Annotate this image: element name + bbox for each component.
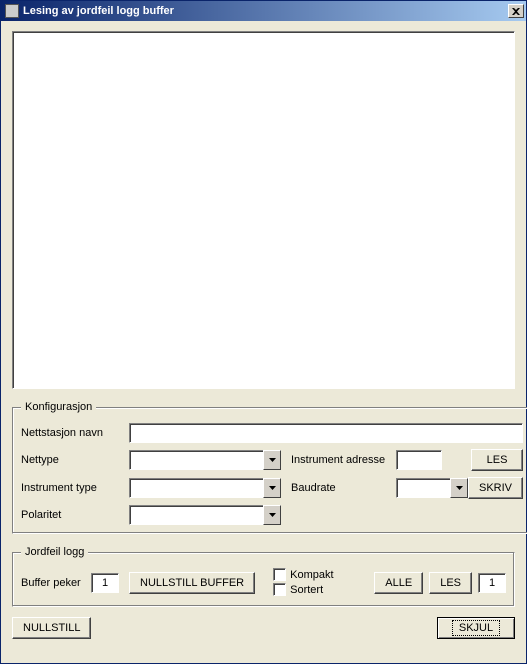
footer-bar: NULLSTILL SKJUL [12, 617, 515, 639]
log-group: Jordfeil logg Buffer peker NULLSTILL BUF… [12, 546, 515, 607]
kompakt-checkbox[interactable]: Kompakt [273, 568, 333, 581]
log-legend: Jordfeil logg [21, 546, 88, 558]
station-name-input[interactable] [129, 423, 523, 443]
les-log-button[interactable]: LES [429, 572, 472, 594]
nettype-label: Nettype [21, 454, 129, 466]
instrument-type-value [129, 478, 263, 498]
config-legend: Konfigurasjon [21, 401, 96, 413]
close-icon [512, 8, 520, 15]
baudrate-value [396, 478, 450, 498]
client-area: Konfigurasjon Nettstasjon navn Nettype I… [2, 21, 525, 662]
instrument-type-dropdown-button[interactable] [263, 478, 281, 498]
log-text-area[interactable] [12, 31, 515, 389]
titlebar: Lesing av jordfeil logg buffer [1, 1, 526, 21]
chevron-down-icon [456, 486, 463, 490]
kompakt-label: Kompakt [290, 569, 333, 581]
window: Lesing av jordfeil logg buffer Konfigura… [0, 0, 527, 664]
instrument-type-combo[interactable] [129, 478, 281, 498]
instrument-type-label: Instrument type [21, 482, 129, 494]
instrument-address-input[interactable] [396, 450, 442, 470]
checkbox-stack: Kompakt Sortert [273, 568, 333, 598]
window-title: Lesing av jordfeil logg buffer [23, 5, 508, 17]
close-button[interactable] [508, 4, 524, 18]
skjul-button[interactable]: SKJUL [437, 617, 515, 639]
les-config-button[interactable]: LES [471, 449, 523, 471]
checkbox-box [273, 568, 286, 581]
checkbox-box [273, 583, 286, 596]
log-right-input[interactable] [478, 573, 506, 593]
sortert-checkbox[interactable]: Sortert [273, 583, 333, 596]
skriv-button[interactable]: SKRIV [468, 477, 523, 499]
baudrate-dropdown-button[interactable] [450, 478, 468, 498]
nettype-combo[interactable] [129, 450, 281, 470]
sortert-label: Sortert [290, 584, 323, 596]
nullstill-buffer-button[interactable]: NULLSTILL BUFFER [129, 572, 255, 594]
polaritet-combo[interactable] [129, 505, 281, 525]
chevron-down-icon [269, 486, 276, 490]
polaritet-dropdown-button[interactable] [263, 505, 281, 525]
chevron-down-icon [269, 513, 276, 517]
buffer-peker-label: Buffer peker [21, 577, 91, 589]
polaritet-value [129, 505, 263, 525]
baudrate-label: Baudrate [281, 482, 396, 494]
config-group: Konfigurasjon Nettstasjon navn Nettype I… [12, 401, 527, 534]
nettype-dropdown-button[interactable] [263, 450, 281, 470]
nullstill-button[interactable]: NULLSTILL [12, 617, 91, 639]
polaritet-label: Polaritet [21, 509, 129, 521]
baudrate-combo[interactable] [396, 478, 468, 498]
alle-button[interactable]: ALLE [374, 572, 423, 594]
buffer-peker-input[interactable] [91, 573, 119, 593]
chevron-down-icon [269, 458, 276, 462]
app-icon [5, 4, 19, 18]
instrument-address-label: Instrument adresse [281, 454, 396, 466]
station-name-label: Nettstasjon navn [21, 427, 129, 439]
nettype-value [129, 450, 263, 470]
